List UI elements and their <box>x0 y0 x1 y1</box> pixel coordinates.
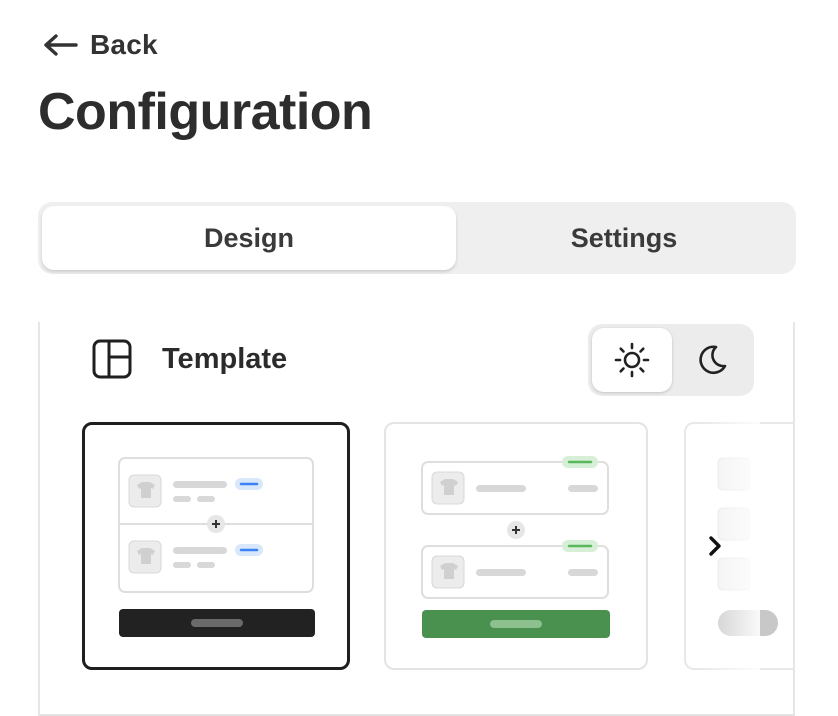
page-title: Configuration <box>38 83 373 141</box>
carousel-next-button[interactable] <box>700 528 730 564</box>
template-card-1[interactable] <box>82 422 350 670</box>
tab-design[interactable]: Design <box>42 206 456 270</box>
back-label: Back <box>90 29 158 60</box>
sun-icon <box>614 342 650 378</box>
light-mode-button[interactable] <box>592 328 672 392</box>
dark-mode-button[interactable] <box>672 328 752 392</box>
tab-settings[interactable]: Settings <box>456 206 792 270</box>
chevron-right-icon <box>709 536 721 556</box>
back-link[interactable]: Back <box>42 26 158 64</box>
theme-mode-toggle <box>588 324 754 396</box>
moon-icon <box>699 345 727 375</box>
template-card-2[interactable] <box>384 422 648 670</box>
arrow-left-icon <box>44 34 78 56</box>
design-settings-tabs: Design Settings <box>38 202 796 274</box>
template-section-title: Template <box>162 343 288 375</box>
template-2-preview <box>421 456 610 638</box>
template-panel: Template <box>38 322 795 716</box>
layout-icon <box>92 339 132 379</box>
template-1-preview <box>118 457 315 637</box>
